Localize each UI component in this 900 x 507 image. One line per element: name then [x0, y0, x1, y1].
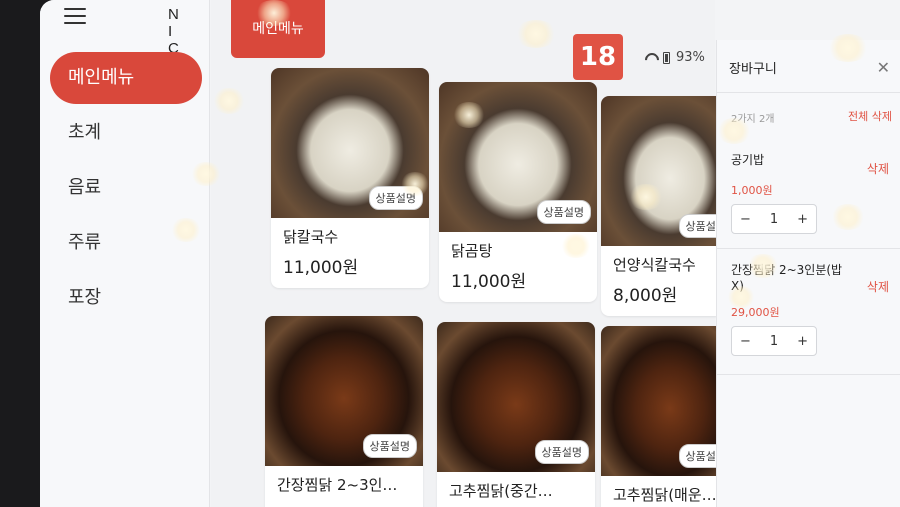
menu-item-name: 고추찜닭(중간…: [449, 482, 553, 500]
sidebar-item-alcohol[interactable]: 주류: [50, 217, 202, 269]
divider: [717, 248, 900, 249]
category-nav: 메인메뉴 초계 음료 주류 포장: [50, 52, 202, 327]
divider: [717, 92, 900, 93]
description-button[interactable]: 상품설명: [368, 186, 423, 210]
menu-card[interactable]: 상품설명 고추찜닭(중간…: [437, 322, 595, 507]
tab-main-menu[interactable]: 메인메뉴: [231, 0, 325, 58]
minus-button[interactable]: −: [740, 334, 751, 349]
cart-item-name: 간장찜닭 2~3인분(밥 X): [731, 263, 843, 293]
menu-card[interactable]: 상품설명 닭칼국수 11,000원: [271, 68, 429, 288]
kiosk-screen: N IC E 메인메뉴 초계 음료 주류 포장 메인메뉴 18 93% 상품설명…: [40, 0, 900, 507]
clear-all-button[interactable]: 전체 삭제: [848, 108, 892, 124]
cart-item-price: 29,000원: [731, 306, 780, 319]
food-photo: 상품설명: [439, 82, 597, 232]
status-bar: 93%: [643, 50, 705, 65]
delete-button[interactable]: 삭제: [867, 160, 889, 177]
battery-level: 93%: [676, 50, 705, 65]
menu-item-name: 간장찜닭 2~3인…: [277, 476, 398, 494]
plus-button[interactable]: +: [797, 212, 808, 227]
sidebar-item-chogye[interactable]: 초계: [50, 107, 202, 159]
minus-button[interactable]: −: [740, 212, 751, 227]
menu-icon[interactable]: [64, 8, 86, 24]
battery-icon: [663, 51, 670, 64]
description-button[interactable]: 상품설명: [534, 440, 589, 464]
menu-card[interactable]: 상품설명 닭곰탕 11,000원: [439, 82, 597, 302]
sidebar-item-takeout[interactable]: 포장: [50, 272, 202, 324]
food-photo: 상품설명: [265, 316, 423, 466]
cart-count: 2가지 2개: [731, 114, 775, 125]
brand-logo: N IC E: [168, 6, 185, 74]
cart-panel: 장바구니 ✕ 2가지 2개 전체 삭제 공기밥 삭제 1,000원 − 1 + …: [716, 40, 900, 507]
food-photo: 상품설명: [437, 322, 595, 472]
menu-area: 메인메뉴 18 93% 상품설명 닭칼국수 11,000원 상품설명 닭곰탕 1…: [211, 0, 739, 507]
cart-item-price: 1,000원: [731, 184, 773, 197]
quantity-stepper[interactable]: − 1 +: [731, 204, 817, 234]
menu-item-name: 닭칼국수: [283, 228, 339, 246]
description-button[interactable]: 상품설명: [536, 200, 591, 224]
divider: [717, 374, 900, 375]
close-icon[interactable]: ✕: [877, 58, 890, 77]
cart-title: 장바구니: [729, 62, 777, 77]
plus-button[interactable]: +: [797, 334, 808, 349]
quantity-value: 1: [769, 333, 779, 349]
sidebar: N IC E 메인메뉴 초계 음료 주류 포장: [40, 0, 210, 507]
sidebar-item-drinks[interactable]: 음료: [50, 162, 202, 214]
wifi-icon: [643, 53, 657, 63]
menu-card[interactable]: 상품설명 간장찜닭 2~3인…: [265, 316, 423, 507]
sidebar-item-main-menu[interactable]: 메인메뉴: [50, 52, 202, 104]
delete-button[interactable]: 삭제: [867, 278, 889, 295]
quantity-stepper[interactable]: − 1 +: [731, 326, 817, 356]
food-photo: 상품설명: [271, 68, 429, 218]
menu-item-price: 11,000원: [451, 272, 527, 292]
menu-item-price: 11,000원: [283, 258, 359, 278]
cart-item-name: 공기밥: [731, 153, 765, 167]
table-number-badge: 18: [573, 34, 623, 80]
menu-item-name: 닭곰탕: [451, 242, 493, 260]
quantity-value: 1: [769, 211, 779, 227]
description-button[interactable]: 상품설명: [362, 434, 417, 458]
